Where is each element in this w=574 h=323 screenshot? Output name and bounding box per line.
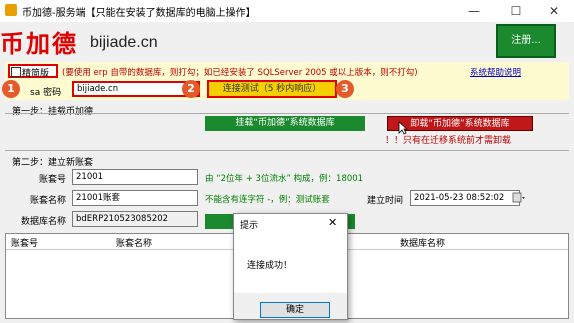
unmount-db-button[interactable]: 卸载“币加德”系统数据库 [387, 116, 533, 131]
brand-logo: 币加德 [0, 29, 78, 58]
dialog-title: 提示 [240, 221, 259, 231]
connection-test-button[interactable]: 连接测试（5 秒内响应） [207, 80, 337, 98]
account-name-label: 账套名称 [29, 196, 66, 206]
db-name-label: 数据库名称 [20, 217, 66, 227]
divider [5, 150, 569, 151]
dialog-message: 连接成功！ [247, 261, 293, 271]
create-time-label: 建立时间 [367, 196, 404, 206]
calendar-dropdown-icon[interactable] [512, 191, 525, 205]
mount-db-button[interactable]: 挂载“币加德”系统数据库 [205, 116, 365, 131]
create-time-picker[interactable]: 2021-05-23 08:52:02 [410, 190, 520, 206]
step-badge-2: 2 [182, 80, 200, 98]
ok-button[interactable]: 确定 [260, 302, 330, 318]
minimize-button[interactable]: — [454, 0, 494, 22]
step2-title: 第二步：建立新账套 [12, 158, 94, 168]
grid-header-db-name: 数据库名称 [400, 239, 446, 249]
account-no-hint: 由 “2位年 + 3位流水” 构成，例：18001 [205, 174, 364, 184]
account-name-input[interactable]: 21001账套 [72, 190, 198, 206]
account-name-hint: 不能含有连字符 -，例：测试账套 [205, 195, 330, 205]
sa-password-input[interactable]: bijiade.cn [72, 81, 200, 97]
account-no-input[interactable]: 21001 [72, 169, 198, 185]
db-name-input: bdERP210523085202 [72, 211, 198, 227]
divider [5, 113, 569, 114]
lite-note: (要使用 erp 自带的数据库，则打勾；如已经安装了 SQLServer 200… [62, 68, 418, 78]
lite-checkbox[interactable] [11, 67, 21, 77]
step-badge-3: 3 [336, 80, 354, 98]
brand-url: bijiade.cn [90, 34, 158, 51]
lite-checkbox-label: 精简版 [22, 69, 50, 79]
maximize-button[interactable]: ☐ [496, 0, 536, 22]
mouse-cursor-icon [398, 121, 409, 139]
register-button[interactable]: 注册... [496, 24, 556, 58]
step1-title: 第一步：挂载币加德 [12, 107, 94, 117]
dialog-close-icon[interactable]: ✕ [328, 216, 337, 229]
window-title: 币加德-服务端【只能在安装了数据库的电脑上操作】 [22, 8, 256, 19]
grid-header-account-no: 账套号 [11, 239, 39, 249]
grid-header-account-name: 账套名称 [116, 239, 153, 249]
account-no-label: 账套号 [38, 175, 66, 185]
sa-password-label: sa 密码 [30, 88, 62, 98]
step-badge-1: 1 [2, 80, 20, 98]
app-icon [5, 4, 17, 16]
help-link[interactable]: 系统帮助说明 [470, 66, 521, 78]
close-button[interactable]: ✕ [534, 0, 574, 22]
